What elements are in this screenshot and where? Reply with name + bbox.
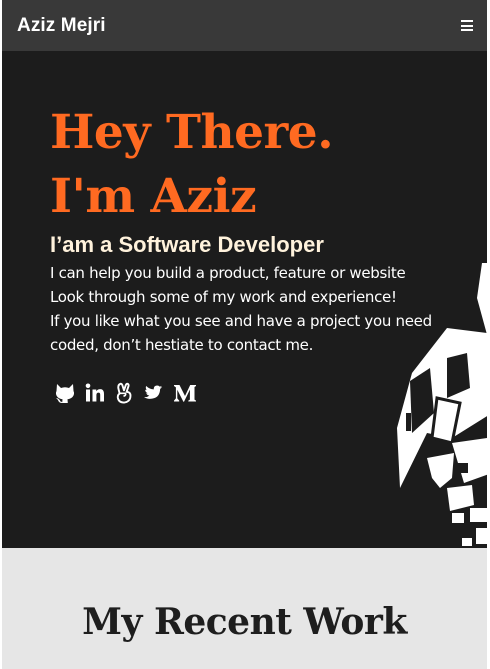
hero-subtitle: I’am a Software Developer (50, 232, 324, 257)
linkedin-icon (85, 383, 104, 402)
brand-link[interactable]: Aziz Mejri (17, 15, 106, 37)
angellist-icon (116, 382, 132, 404)
medium-link[interactable] (172, 382, 198, 408)
twitter-icon (144, 385, 163, 399)
recent-work-section: My Recent Work (2, 548, 487, 669)
medium-icon (174, 385, 196, 402)
hamburger-menu-icon[interactable] (461, 20, 473, 31)
hero-paragraph-2: Look through some of my work and experie… (50, 288, 397, 306)
github-link[interactable] (54, 382, 76, 408)
github-icon (55, 384, 75, 403)
section-title: My Recent Work (82, 601, 407, 643)
page: Aziz Mejri Hey There. I'm Aziz I’am a So (2, 0, 487, 669)
hero-paragraph-3: If you like what you see and have a proj… (50, 312, 432, 354)
linkedin-link[interactable] (84, 382, 106, 408)
navbar: Aziz Mejri (2, 0, 487, 51)
hero-paragraph-1: I can help you build a product, feature … (50, 264, 406, 282)
twitter-link[interactable] (142, 382, 164, 408)
hero-title-line-2: I'm Aziz (50, 169, 257, 224)
hero-description: I can help you build a product, feature … (50, 261, 440, 357)
social-links (54, 382, 206, 408)
angellist-link[interactable] (114, 382, 134, 408)
hero-section: Hey There. I'm Aziz I’am a Software Deve… (2, 51, 487, 548)
hero-title: Hey There. I'm Aziz (50, 101, 334, 229)
hero-title-line-1: Hey There. (50, 105, 334, 160)
